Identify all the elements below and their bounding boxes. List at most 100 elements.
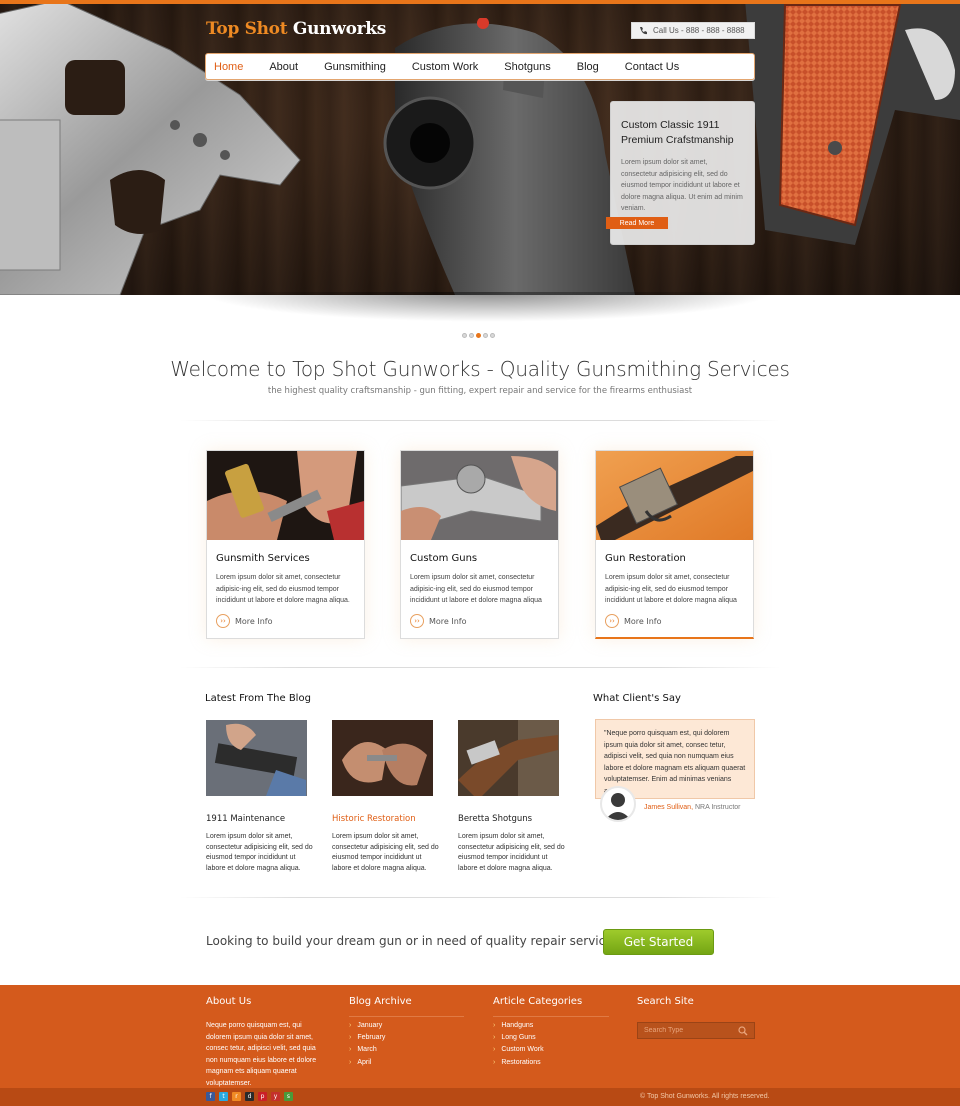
- blog-post-title[interactable]: 1911 Maintenance: [206, 814, 326, 824]
- divider: [180, 897, 780, 898]
- chevron-right-icon: ›: [349, 1046, 352, 1054]
- category-item[interactable]: › Handguns: [493, 1019, 544, 1031]
- more-info-link[interactable]: ›› More Info: [216, 614, 273, 628]
- user-silhouette-icon: [605, 793, 631, 820]
- pinterest-icon[interactable]: p: [258, 1092, 267, 1101]
- pistol-grip-image: [745, 0, 960, 245]
- hero-banner: Top Shot Gunworks Call Us - 888 - 888 - …: [0, 0, 960, 295]
- service-image-restoration: [596, 451, 753, 546]
- category-label: Custom Work: [501, 1046, 544, 1054]
- slider-dot-2[interactable]: [469, 333, 474, 338]
- divider: [493, 1016, 609, 1017]
- more-info-label: More Info: [624, 616, 662, 626]
- nav-home[interactable]: Home: [214, 61, 243, 73]
- chevron-right-icon: ›: [349, 1058, 352, 1066]
- logo-part-2: Gunworks: [292, 19, 387, 39]
- digg-icon[interactable]: d: [245, 1092, 254, 1101]
- footer: [0, 985, 960, 1088]
- chevron-right-icon: ›: [493, 1058, 496, 1066]
- service-title: Gunsmith Services: [216, 553, 310, 564]
- blog-post-title[interactable]: Beretta Shotguns: [458, 814, 578, 824]
- blog-post[interactable]: Historic Restoration Lorem ipsum dolor s…: [332, 720, 452, 874]
- archive-item[interactable]: › January: [349, 1019, 385, 1031]
- nav-about[interactable]: About: [269, 61, 298, 73]
- blog-image: [206, 720, 307, 796]
- chevron-right-icon: ›: [493, 1021, 496, 1029]
- archive-item[interactable]: › April: [349, 1056, 385, 1068]
- slider-dot-3[interactable]: [476, 333, 481, 338]
- category-item[interactable]: › Restorations: [493, 1056, 544, 1068]
- service-text: Lorem ipsum dolor sit amet, consectetur …: [605, 574, 737, 604]
- author-title: NRA Instructor: [693, 804, 741, 811]
- category-label: Restorations: [501, 1058, 541, 1066]
- blog-post[interactable]: Beretta Shotguns Lorem ipsum dolor sit a…: [458, 720, 578, 874]
- author-name: James Sullivan,: [644, 804, 694, 811]
- main-nav: Home About Gunsmithing Custom Work Shotg…: [205, 53, 755, 80]
- slider-dot-5[interactable]: [490, 333, 495, 338]
- blog-post-text: Lorem ipsum dolor sit amet, consectetur …: [332, 833, 439, 872]
- archive-item[interactable]: › March: [349, 1044, 385, 1056]
- archive-label: January: [357, 1021, 383, 1029]
- more-info-label: More Info: [235, 616, 273, 626]
- hero-shadow: [200, 292, 775, 322]
- blog-heading: Latest From The Blog: [205, 693, 311, 704]
- read-more-button[interactable]: Read More: [606, 217, 668, 229]
- divider: [180, 667, 780, 668]
- nav-blog[interactable]: Blog: [577, 61, 599, 73]
- category-item[interactable]: › Custom Work: [493, 1044, 544, 1056]
- nav-shotguns[interactable]: Shotguns: [504, 61, 550, 73]
- chevron-right-icon: ›: [349, 1033, 352, 1041]
- slide-text: Lorem ipsum dolor sit amet, consectetur …: [621, 159, 743, 212]
- service-text: Lorem ipsum dolor sit amet, consectetur …: [216, 574, 350, 604]
- cta-text: Looking to build your dream gun or in ne…: [206, 934, 626, 948]
- chevron-right-icon: ››: [410, 614, 424, 628]
- more-info-link[interactable]: ›› More Info: [605, 614, 662, 628]
- service-text: Lorem ipsum dolor sit amet, consectetur …: [410, 574, 542, 604]
- archive-item[interactable]: › February: [349, 1031, 385, 1043]
- search-icon[interactable]: [738, 1026, 748, 1036]
- archive-list: › January › February › March › April: [349, 1019, 385, 1068]
- phone-icon: [640, 26, 647, 34]
- footer-bottom-bar: [0, 1088, 960, 1106]
- twitter-icon[interactable]: t: [219, 1092, 228, 1101]
- footer-about-text: Neque porro quisquam est, qui dolorem ip…: [206, 1022, 317, 1087]
- search-box: [637, 1022, 755, 1039]
- site-logo[interactable]: Top Shot Gunworks: [206, 19, 386, 39]
- nav-gunsmithing[interactable]: Gunsmithing: [324, 61, 386, 73]
- testimonial-heading: What Client's Say: [593, 693, 681, 704]
- facebook-icon[interactable]: f: [206, 1092, 215, 1101]
- youtube-icon[interactable]: y: [271, 1092, 280, 1101]
- rss-icon[interactable]: r: [232, 1092, 241, 1101]
- category-label: Handguns: [501, 1021, 534, 1029]
- phone-box: Call Us - 888 - 888 - 8888: [631, 22, 755, 39]
- footer-categories-heading: Article Categories: [493, 996, 583, 1007]
- more-info-link[interactable]: ›› More Info: [410, 614, 467, 628]
- chevron-right-icon: ›: [493, 1033, 496, 1041]
- chevron-right-icon: ›: [349, 1021, 352, 1029]
- welcome-subtitle: the highest quality craftsmanship - gun …: [267, 386, 693, 396]
- blog-post-title[interactable]: Historic Restoration: [332, 814, 452, 824]
- slide-caption-card: Custom Classic 1911 Premium Crafstmanshi…: [606, 101, 755, 245]
- pistol-frame-image: [0, 0, 301, 295]
- slider-dot-1[interactable]: [462, 333, 467, 338]
- blog-image: [458, 720, 559, 800]
- welcome-title: Welcome to Top Shot Gunworks - Quality G…: [170, 357, 790, 381]
- slider-dot-4[interactable]: [483, 333, 488, 338]
- nav-custom-work[interactable]: Custom Work: [412, 61, 478, 73]
- blog-post-text: Lorem ipsum dolor sit amet, consectetur …: [206, 833, 313, 872]
- service-title: Custom Guns: [410, 553, 478, 564]
- footer-about-heading: About Us: [206, 996, 252, 1007]
- service-title: Gun Restoration: [605, 553, 686, 564]
- copyright: © Top Shot Gunworks. All rights reserved…: [640, 1093, 770, 1100]
- category-item[interactable]: › Long Guns: [493, 1031, 544, 1043]
- share-icon[interactable]: s: [284, 1092, 293, 1101]
- footer-archive-heading: Blog Archive: [349, 996, 412, 1007]
- archive-label: April: [357, 1058, 372, 1066]
- chevron-right-icon: ›: [493, 1046, 496, 1054]
- footer-search-heading: Search Site: [637, 996, 694, 1007]
- search-input[interactable]: [644, 1027, 736, 1034]
- more-info-label: More Info: [429, 616, 467, 626]
- get-started-button[interactable]: Get Started: [603, 929, 714, 955]
- blog-post[interactable]: 1911 Maintenance Lorem ipsum dolor sit a…: [206, 720, 326, 874]
- nav-contact-us[interactable]: Contact Us: [625, 61, 679, 73]
